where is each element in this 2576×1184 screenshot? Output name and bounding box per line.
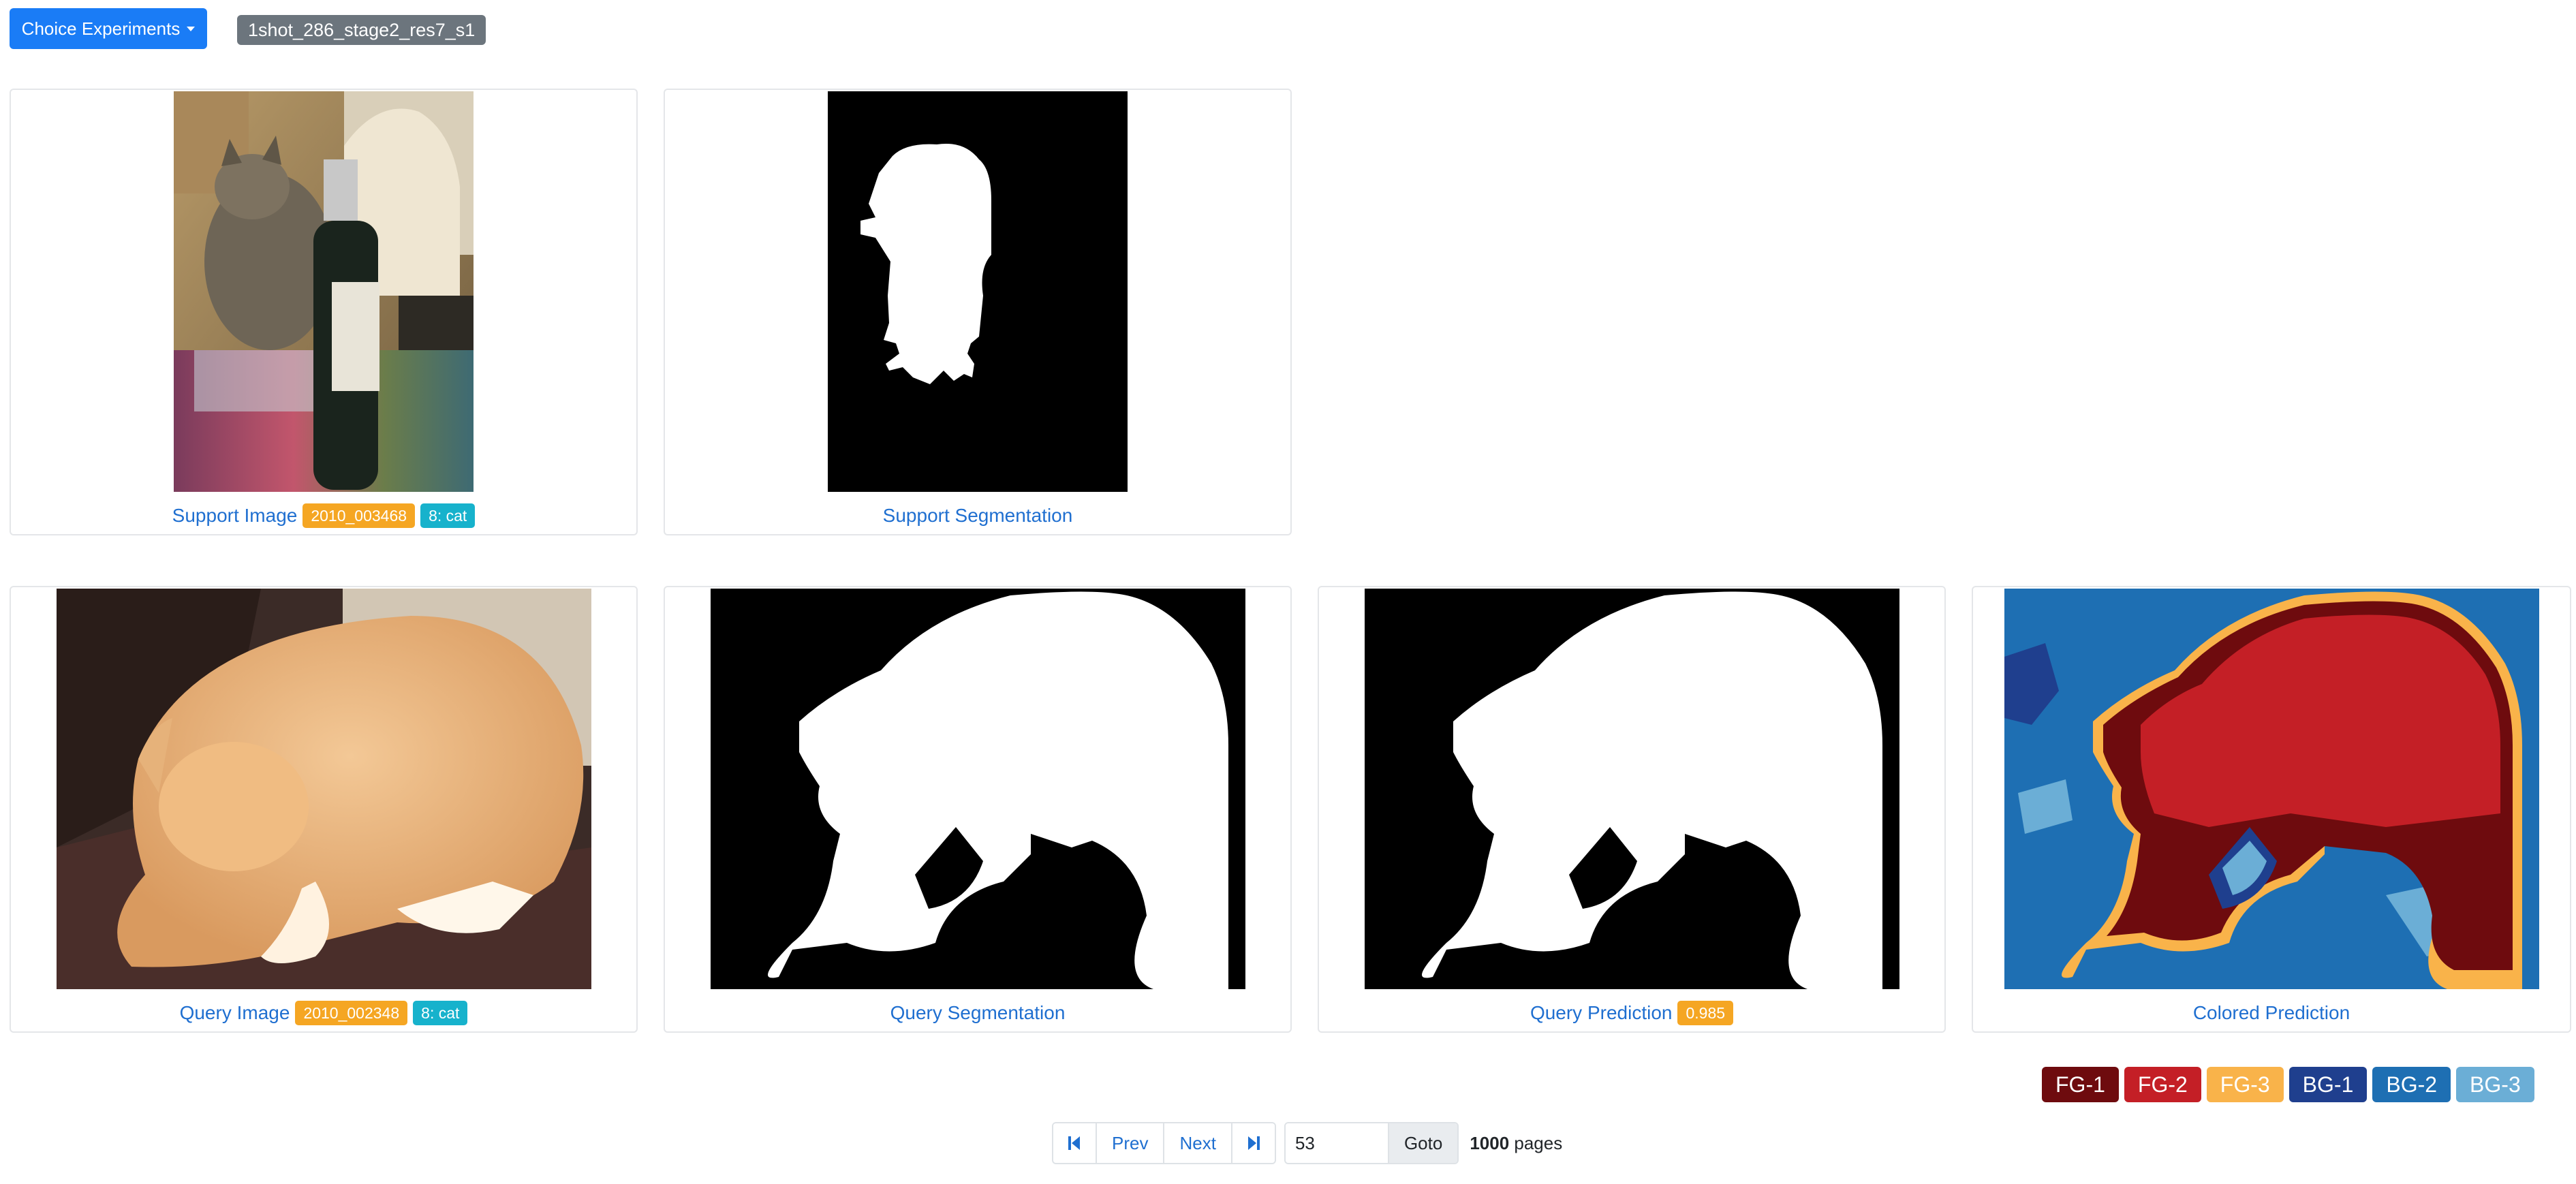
colored-prediction-map (2004, 589, 2539, 989)
support-segmentation-card: Support Segmentation (664, 89, 1292, 535)
query-segmentation-card: Query Segmentation (664, 586, 1292, 1033)
next-button[interactable]: Next (1164, 1123, 1232, 1163)
query-segmentation-label[interactable]: Query Segmentation (890, 1002, 1066, 1024)
query-prediction-card: Query Prediction 0.985 (1318, 586, 1946, 1033)
support-segmentation-mask (828, 91, 1128, 492)
prediction-score-badge: 0.985 (1677, 1001, 1734, 1025)
query-image-label[interactable]: Query Image (180, 1002, 290, 1024)
dropdown-label: Choice Experiments (21, 18, 181, 39)
support-image-card: Support Image 2010_003468 8: cat (10, 89, 638, 535)
support-image (174, 91, 474, 492)
colored-prediction-label[interactable]: Colored Prediction (2193, 1002, 2350, 1024)
color-legend: FG-1 FG-2 FG-3 BG-1 BG-2 BG-3 (2042, 1067, 2534, 1102)
support-segmentation-caption: Support Segmentation (665, 500, 1290, 531)
first-page-button[interactable] (1053, 1123, 1097, 1163)
pagination: Prev Next Goto 1000 pages (1052, 1122, 1562, 1164)
legend-bg-3: BG-3 (2456, 1067, 2534, 1102)
support-image-caption: Support Image 2010_003468 8: cat (11, 500, 636, 531)
query-prediction-mask (1364, 589, 1899, 989)
colored-prediction-caption: Colored Prediction (1973, 997, 2570, 1029)
query-prediction-label[interactable]: Query Prediction (1530, 1002, 1673, 1024)
skip-end-icon (1247, 1136, 1260, 1150)
legend-bg-2: BG-2 (2372, 1067, 2451, 1102)
page-number-input[interactable] (1285, 1123, 1388, 1163)
legend-fg-3: FG-3 (2206, 1067, 2284, 1102)
query-class-badge: 8: cat (413, 1001, 468, 1025)
support-image-id-badge: 2010_003468 (302, 503, 416, 528)
support-segmentation-label[interactable]: Support Segmentation (883, 505, 1073, 527)
query-segmentation-caption: Query Segmentation (665, 997, 1290, 1029)
total-pages-count: 1000 (1470, 1132, 1510, 1153)
support-image-label[interactable]: Support Image (172, 505, 298, 527)
legend-bg-1: BG-1 (2288, 1067, 2368, 1102)
experiment-tag: 1shot_286_stage2_res7_s1 (237, 15, 486, 45)
query-image-id-badge: 2010_002348 (295, 1001, 408, 1025)
caret-down-icon (187, 26, 196, 31)
last-page-button[interactable] (1232, 1123, 1275, 1163)
support-class-badge: 8: cat (420, 503, 476, 528)
query-segmentation-mask (710, 589, 1245, 989)
query-prediction-caption: Query Prediction 0.985 (1319, 997, 1944, 1029)
pagination-buttons: Prev Next (1052, 1122, 1276, 1164)
query-image-card: Query Image 2010_002348 8: cat (10, 586, 638, 1033)
skip-start-icon (1068, 1136, 1080, 1150)
goto-group: Goto (1284, 1122, 1459, 1164)
query-image-caption: Query Image 2010_002348 8: cat (11, 997, 636, 1029)
prev-button[interactable]: Prev (1097, 1123, 1165, 1163)
choice-experiments-dropdown[interactable]: Choice Experiments (10, 8, 207, 49)
query-image (56, 589, 591, 989)
legend-fg-1: FG-1 (2042, 1067, 2119, 1102)
colored-prediction-card: Colored Prediction (1972, 586, 2571, 1033)
pages-suffix: pages (1514, 1132, 1563, 1153)
total-pages: 1000 pages (1470, 1133, 1562, 1154)
goto-button[interactable]: Goto (1387, 1123, 1458, 1163)
legend-fg-2: FG-2 (2124, 1067, 2201, 1102)
